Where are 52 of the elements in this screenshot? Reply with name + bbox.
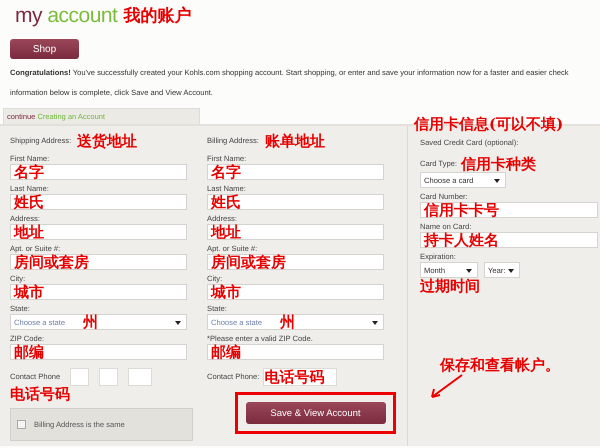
page-title: my account: [15, 4, 118, 28]
phone-field[interactable]: [99, 368, 118, 386]
input-field[interactable]: 城市: [10, 284, 187, 300]
annotation: 城市: [211, 284, 241, 300]
annotation: 地址: [14, 224, 44, 240]
input-field[interactable]: 信用卡卡号: [420, 202, 598, 218]
annotation: 信用卡种类: [461, 156, 536, 172]
annotation: 地址: [211, 224, 241, 240]
input-field[interactable]: 地址: [207, 224, 384, 240]
input-field[interactable]: 地址: [10, 224, 187, 240]
input-field[interactable]: 名字: [207, 164, 384, 180]
input-field[interactable]: 持卡人姓名: [420, 232, 598, 248]
phone-field[interactable]: [128, 368, 152, 386]
annotation: 姓氏: [14, 194, 44, 210]
input-field[interactable]: 邮编: [207, 344, 384, 360]
annotation: 房间或套房: [211, 254, 286, 270]
annotation: 过期时间: [420, 278, 481, 294]
input-field[interactable]: 房间或套房: [10, 254, 187, 270]
input-field[interactable]: 名字: [10, 164, 187, 180]
annotation: 房间或套房: [14, 254, 89, 270]
phone-field[interactable]: 电话号码: [263, 368, 338, 386]
annotation: 持卡人姓名: [424, 232, 499, 248]
caret-icon: [508, 269, 514, 273]
annotation: 保存和查看帐户。: [440, 357, 561, 373]
annotation: 信用卡卡号: [424, 202, 499, 218]
input-field[interactable]: 城市: [207, 284, 384, 300]
input-field[interactable]: 姓氏: [207, 194, 384, 210]
input-field[interactable]: 邮编: [10, 344, 187, 360]
annotation: 邮编: [211, 344, 241, 360]
annotation: 电话号码: [264, 369, 324, 385]
annotation: 名字: [14, 164, 44, 180]
annotation: 城市: [14, 284, 44, 300]
annotation: 我的账户: [123, 8, 192, 24]
annotation: 姓氏: [211, 194, 241, 210]
annotation: 账单地址: [264, 133, 325, 149]
caret-icon: [494, 179, 500, 183]
annotation: 送货地址: [77, 133, 138, 149]
checkbox[interactable]: [17, 420, 26, 429]
caret-icon: [175, 321, 181, 325]
caret-icon: [372, 321, 378, 325]
phone-field[interactable]: [70, 368, 90, 386]
annotation: 名字: [211, 164, 241, 180]
annotation: 州: [83, 314, 98, 330]
annotation: 信用卡信息(可以不填): [414, 116, 564, 132]
caret-icon: [466, 269, 472, 273]
input-field[interactable]: 姓氏: [10, 194, 187, 210]
input-field[interactable]: 房间或套房: [207, 254, 384, 270]
annotation: 邮编: [14, 344, 44, 360]
annotation: 州: [280, 314, 296, 330]
shop-button[interactable]: Shop: [10, 39, 79, 59]
annotation: 电话号码: [10, 386, 71, 402]
save-button[interactable]: Save & View Account: [246, 402, 386, 424]
